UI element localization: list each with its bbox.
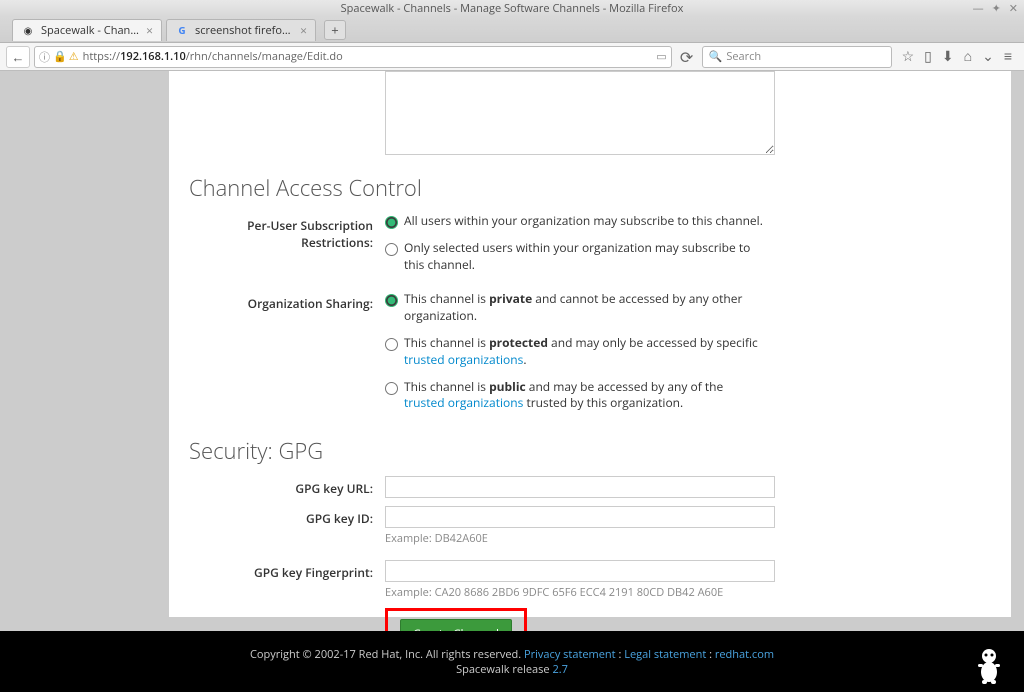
lock-icon: 🔒	[53, 49, 67, 64]
footer-line2: Spacewalk release 2.7	[456, 662, 568, 677]
reader-mode-icon[interactable]: ▭	[656, 49, 666, 64]
section-access-control: Channel Access Control	[189, 173, 995, 203]
radio-selected-users-label: Only selected users within your organiza…	[404, 240, 764, 274]
tab-google[interactable]: G screenshot firefox linux - G... ×	[166, 19, 316, 41]
footer-line1: Copyright © 2002-17 Red Hat, Inc. All ri…	[250, 647, 774, 662]
close-window-icon[interactable]: ✕	[1009, 1, 1018, 16]
page-footer: Copyright © 2002-17 Red Hat, Inc. All ri…	[0, 631, 1024, 692]
menu-icon[interactable]: ≡	[1004, 47, 1012, 66]
library-icon[interactable]: ▯	[924, 47, 932, 66]
radio-protected[interactable]	[385, 338, 398, 351]
window-titlebar: Spacewalk - Channels - Manage Software C…	[0, 0, 1024, 17]
input-gpg-id[interactable]	[385, 506, 775, 528]
home-icon[interactable]: ⌂	[964, 47, 972, 66]
tab-spacewalk[interactable]: ◉ Spacewalk - Channels - Ma... ×	[12, 19, 162, 41]
tab-label: screenshot firefox linux - G...	[195, 23, 294, 38]
tab-label: Spacewalk - Channels - Ma...	[41, 23, 140, 38]
search-placeholder: Search	[726, 49, 761, 64]
bookmark-star-icon[interactable]: ☆	[902, 47, 915, 66]
minimize-icon[interactable]: —	[973, 1, 984, 16]
description-textarea[interactable]	[385, 71, 775, 155]
radio-public-label: This channel is public and may be access…	[404, 379, 764, 413]
downloads-icon[interactable]: ⬇	[942, 47, 954, 66]
hint-gpg-fp: Example: CA20 8686 2BD6 9DFC 65F6 ECC4 2…	[385, 585, 775, 600]
close-icon[interactable]: ×	[300, 22, 307, 39]
link-legal[interactable]: Legal statement	[624, 647, 706, 662]
arrow-left-icon: ←	[12, 48, 25, 66]
link-trusted-orgs[interactable]: trusted organizations	[404, 394, 523, 411]
label-org-sharing: Organization Sharing:	[185, 291, 385, 312]
url-bar[interactable]: ⓘ 🔒 ⚠ https://192.168.1.10/rhn/channels/…	[34, 46, 672, 68]
url-scheme: https://	[83, 49, 121, 64]
window-controls: — ✦ ✕	[973, 1, 1018, 16]
link-privacy[interactable]: Privacy statement	[524, 647, 616, 662]
toolbar-icons: ☆ ▯ ⬇ ⌂ ⌄ ≡	[896, 47, 1018, 66]
page-content: Channel Access Control Per-User Subscrip…	[169, 71, 1011, 617]
radio-private[interactable]	[385, 294, 398, 307]
radio-all-users-label: All users within your organization may s…	[404, 213, 763, 230]
label-gpg-id: GPG key ID:	[185, 506, 385, 527]
link-release-version[interactable]: 2.7	[552, 662, 567, 677]
label-per-user: Per-User Subscription Restrictions:	[185, 213, 385, 251]
tab-bar: ◉ Spacewalk - Channels - Ma... × G scree…	[0, 17, 1024, 43]
spacewalk-mascot-icon	[972, 646, 1006, 686]
hint-gpg-id: Example: DB42A60E	[385, 531, 775, 546]
back-button[interactable]: ←	[6, 46, 30, 68]
search-icon: 🔍	[709, 49, 723, 64]
window-title: Spacewalk - Channels - Manage Software C…	[341, 1, 684, 16]
radio-private-label: This channel is private and cannot be ac…	[404, 291, 764, 325]
favicon-spacewalk: ◉	[21, 23, 35, 37]
search-bar[interactable]: 🔍 Search	[702, 46, 892, 68]
favicon-google: G	[175, 23, 189, 37]
reload-button[interactable]: ⟳	[676, 46, 698, 68]
new-tab-button[interactable]: +	[324, 20, 346, 40]
pocket-icon[interactable]: ⌄	[982, 47, 994, 66]
link-trusted-orgs[interactable]: trusted organizations	[404, 351, 523, 368]
link-redhat[interactable]: redhat.com	[715, 647, 774, 662]
input-gpg-fingerprint[interactable]	[385, 560, 775, 582]
radio-public[interactable]	[385, 382, 398, 395]
radio-protected-label: This channel is protected and may only b…	[404, 335, 764, 369]
label-gpg-fp: GPG key Fingerprint:	[185, 560, 385, 581]
section-security-gpg: Security: GPG	[189, 436, 995, 466]
radio-selected-users[interactable]	[385, 243, 398, 256]
info-icon[interactable]: ⓘ	[39, 49, 50, 65]
viewport: Channel Access Control Per-User Subscrip…	[0, 71, 1024, 692]
url-path: /rhn/channels/manage/Edit.do	[186, 49, 343, 64]
maximize-icon[interactable]: ✦	[992, 1, 1001, 16]
url-host: 192.168.1.10	[120, 49, 186, 64]
label-gpg-url: GPG key URL:	[185, 476, 385, 497]
radio-all-users[interactable]	[385, 216, 398, 229]
input-gpg-url[interactable]	[385, 476, 775, 498]
close-icon[interactable]: ×	[146, 22, 153, 39]
warning-icon: ⚠	[69, 49, 79, 64]
nav-toolbar: ← ⓘ 🔒 ⚠ https://192.168.1.10/rhn/channel…	[0, 43, 1024, 71]
reload-icon: ⟳	[680, 46, 693, 68]
